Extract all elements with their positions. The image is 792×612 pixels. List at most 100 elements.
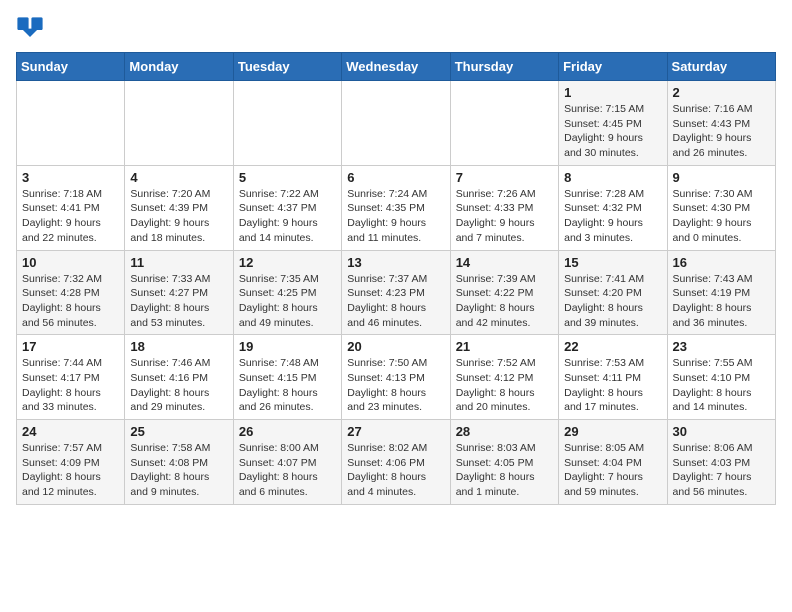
header-monday: Monday	[125, 53, 233, 81]
header-wednesday: Wednesday	[342, 53, 450, 81]
calendar-cell	[17, 81, 125, 166]
day-info: Sunrise: 7:35 AM Sunset: 4:25 PM Dayligh…	[239, 272, 336, 331]
calendar-cell: 24 Sunrise: 7:57 AM Sunset: 4:09 PM Dayli…	[17, 420, 125, 505]
calendar-table: SundayMondayTuesdayWednesdayThursdayFrid…	[16, 52, 776, 505]
calendar-cell	[342, 81, 450, 166]
day-info: Sunrise: 7:26 AM Sunset: 4:33 PM Dayligh…	[456, 187, 553, 246]
week-row-1: 3Sunrise: 7:18 AM Sunset: 4:41 PM Daylig…	[17, 165, 776, 250]
calendar-cell: 9Sunrise: 7:30 AM Sunset: 4:30 PM Daylig…	[667, 165, 775, 250]
day-number: 11	[130, 255, 227, 270]
header-sunday: Sunday	[17, 53, 125, 81]
day-info: Sunrise: 8:06 AM Sunset: 4:03 PM Dayligh…	[673, 441, 770, 500]
calendar-cell: 23 Sunrise: 7:55 AM Sunset: 4:10 PM Dayli…	[667, 335, 775, 420]
day-number: 19	[239, 339, 336, 354]
day-info: Sunrise: 7:52 AM Sunset: 4:12 PM Dayligh…	[456, 356, 553, 415]
calendar-cell: 27Sunrise: 8:02 AM Sunset: 4:06 PM Dayli…	[342, 420, 450, 505]
day-number: 17	[22, 339, 119, 354]
day-info: Sunrise: 7:58 AM Sunset: 4:08 PM Dayligh…	[130, 441, 227, 500]
calendar-cell: 6Sunrise: 7:24 AM Sunset: 4:35 PM Daylig…	[342, 165, 450, 250]
week-row-3: 17 Sunrise: 7:44 AM Sunset: 4:17 PM Dayli…	[17, 335, 776, 420]
calendar-cell: 5Sunrise: 7:22 AM Sunset: 4:37 PM Daylig…	[233, 165, 341, 250]
day-info: Sunrise: 7:32 AM Sunset: 4:28 PM Dayligh…	[22, 272, 119, 331]
day-info: Sunrise: 7:22 AM Sunset: 4:37 PM Dayligh…	[239, 187, 336, 246]
day-info: Sunrise: 7:48 AM Sunset: 4:15 PM Dayligh…	[239, 356, 336, 415]
calendar-cell: 11 Sunrise: 7:33 AM Sunset: 4:27 PM Dayli…	[125, 250, 233, 335]
day-info: Sunrise: 7:57 AM Sunset: 4:09 PM Dayligh…	[22, 441, 119, 500]
logo-icon	[16, 16, 44, 44]
calendar-cell: 12 Sunrise: 7:35 AM Sunset: 4:25 PM Dayli…	[233, 250, 341, 335]
calendar-cell	[125, 81, 233, 166]
day-info: Sunrise: 7:55 AM Sunset: 4:10 PM Dayligh…	[673, 356, 770, 415]
day-number: 4	[130, 170, 227, 185]
day-number: 10	[22, 255, 119, 270]
day-number: 28	[456, 424, 553, 439]
day-number: 24	[22, 424, 119, 439]
calendar-cell: 2 Sunrise: 7:16 AM Sunset: 4:43 PM Daylig…	[667, 81, 775, 166]
calendar-cell: 7 Sunrise: 7:26 AM Sunset: 4:33 PM Daylig…	[450, 165, 558, 250]
day-info: Sunrise: 7:24 AM Sunset: 4:35 PM Dayligh…	[347, 187, 444, 246]
calendar-cell: 4 Sunrise: 7:20 AM Sunset: 4:39 PM Daylig…	[125, 165, 233, 250]
day-info: Sunrise: 7:44 AM Sunset: 4:17 PM Dayligh…	[22, 356, 119, 415]
day-number: 25	[130, 424, 227, 439]
calendar-cell: 20 Sunrise: 7:50 AM Sunset: 4:13 PM Dayli…	[342, 335, 450, 420]
week-row-0: 1 Sunrise: 7:15 AM Sunset: 4:45 PM Daylig…	[17, 81, 776, 166]
calendar-cell: 13 Sunrise: 7:37 AM Sunset: 4:23 PM Dayli…	[342, 250, 450, 335]
calendar-cell: 15Sunrise: 7:41 AM Sunset: 4:20 PM Dayli…	[559, 250, 667, 335]
day-number: 2	[673, 85, 770, 100]
day-number: 12	[239, 255, 336, 270]
calendar-cell: 22 Sunrise: 7:53 AM Sunset: 4:11 PM Dayli…	[559, 335, 667, 420]
day-info: Sunrise: 7:53 AM Sunset: 4:11 PM Dayligh…	[564, 356, 661, 415]
day-number: 1	[564, 85, 661, 100]
calendar-cell: 21 Sunrise: 7:52 AM Sunset: 4:12 PM Dayli…	[450, 335, 558, 420]
calendar-cell: 10 Sunrise: 7:32 AM Sunset: 4:28 PM Dayli…	[17, 250, 125, 335]
day-number: 3	[22, 170, 119, 185]
calendar-cell: 28 Sunrise: 8:03 AM Sunset: 4:05 PM Dayli…	[450, 420, 558, 505]
day-number: 30	[673, 424, 770, 439]
calendar-cell: 30 Sunrise: 8:06 AM Sunset: 4:03 PM Dayli…	[667, 420, 775, 505]
header-row: SundayMondayTuesdayWednesdayThursdayFrid…	[17, 53, 776, 81]
day-info: Sunrise: 7:43 AM Sunset: 4:19 PM Dayligh…	[673, 272, 770, 331]
day-number: 16	[673, 255, 770, 270]
day-number: 15	[564, 255, 661, 270]
page-header	[16, 16, 776, 44]
day-number: 23	[673, 339, 770, 354]
day-number: 22	[564, 339, 661, 354]
calendar-cell: 29 Sunrise: 8:05 AM Sunset: 4:04 PM Dayli…	[559, 420, 667, 505]
day-number: 13	[347, 255, 444, 270]
calendar-cell: 3Sunrise: 7:18 AM Sunset: 4:41 PM Daylig…	[17, 165, 125, 250]
day-info: Sunrise: 7:46 AM Sunset: 4:16 PM Dayligh…	[130, 356, 227, 415]
day-info: Sunrise: 7:16 AM Sunset: 4:43 PM Dayligh…	[673, 102, 770, 161]
header-friday: Friday	[559, 53, 667, 81]
day-info: Sunrise: 7:33 AM Sunset: 4:27 PM Dayligh…	[130, 272, 227, 331]
day-info: Sunrise: 7:15 AM Sunset: 4:45 PM Dayligh…	[564, 102, 661, 161]
day-number: 9	[673, 170, 770, 185]
calendar-cell: 18Sunrise: 7:46 AM Sunset: 4:16 PM Dayli…	[125, 335, 233, 420]
day-info: Sunrise: 7:37 AM Sunset: 4:23 PM Dayligh…	[347, 272, 444, 331]
calendar-cell	[450, 81, 558, 166]
week-row-4: 24 Sunrise: 7:57 AM Sunset: 4:09 PM Dayli…	[17, 420, 776, 505]
header-tuesday: Tuesday	[233, 53, 341, 81]
day-number: 7	[456, 170, 553, 185]
header-saturday: Saturday	[667, 53, 775, 81]
day-number: 21	[456, 339, 553, 354]
logo	[16, 16, 48, 44]
day-number: 29	[564, 424, 661, 439]
header-thursday: Thursday	[450, 53, 558, 81]
day-info: Sunrise: 7:20 AM Sunset: 4:39 PM Dayligh…	[130, 187, 227, 246]
calendar-cell: 14Sunrise: 7:39 AM Sunset: 4:22 PM Dayli…	[450, 250, 558, 335]
day-number: 8	[564, 170, 661, 185]
calendar-cell: 16 Sunrise: 7:43 AM Sunset: 4:19 PM Dayli…	[667, 250, 775, 335]
calendar-cell: 17 Sunrise: 7:44 AM Sunset: 4:17 PM Dayli…	[17, 335, 125, 420]
day-number: 26	[239, 424, 336, 439]
day-info: Sunrise: 7:50 AM Sunset: 4:13 PM Dayligh…	[347, 356, 444, 415]
day-info: Sunrise: 8:00 AM Sunset: 4:07 PM Dayligh…	[239, 441, 336, 500]
calendar-header: SundayMondayTuesdayWednesdayThursdayFrid…	[17, 53, 776, 81]
day-info: Sunrise: 7:28 AM Sunset: 4:32 PM Dayligh…	[564, 187, 661, 246]
calendar-cell: 26 Sunrise: 8:00 AM Sunset: 4:07 PM Dayli…	[233, 420, 341, 505]
calendar-body: 1 Sunrise: 7:15 AM Sunset: 4:45 PM Daylig…	[17, 81, 776, 505]
day-info: Sunrise: 8:05 AM Sunset: 4:04 PM Dayligh…	[564, 441, 661, 500]
calendar-cell: 19 Sunrise: 7:48 AM Sunset: 4:15 PM Dayli…	[233, 335, 341, 420]
day-info: Sunrise: 8:03 AM Sunset: 4:05 PM Dayligh…	[456, 441, 553, 500]
calendar-cell	[233, 81, 341, 166]
day-number: 20	[347, 339, 444, 354]
